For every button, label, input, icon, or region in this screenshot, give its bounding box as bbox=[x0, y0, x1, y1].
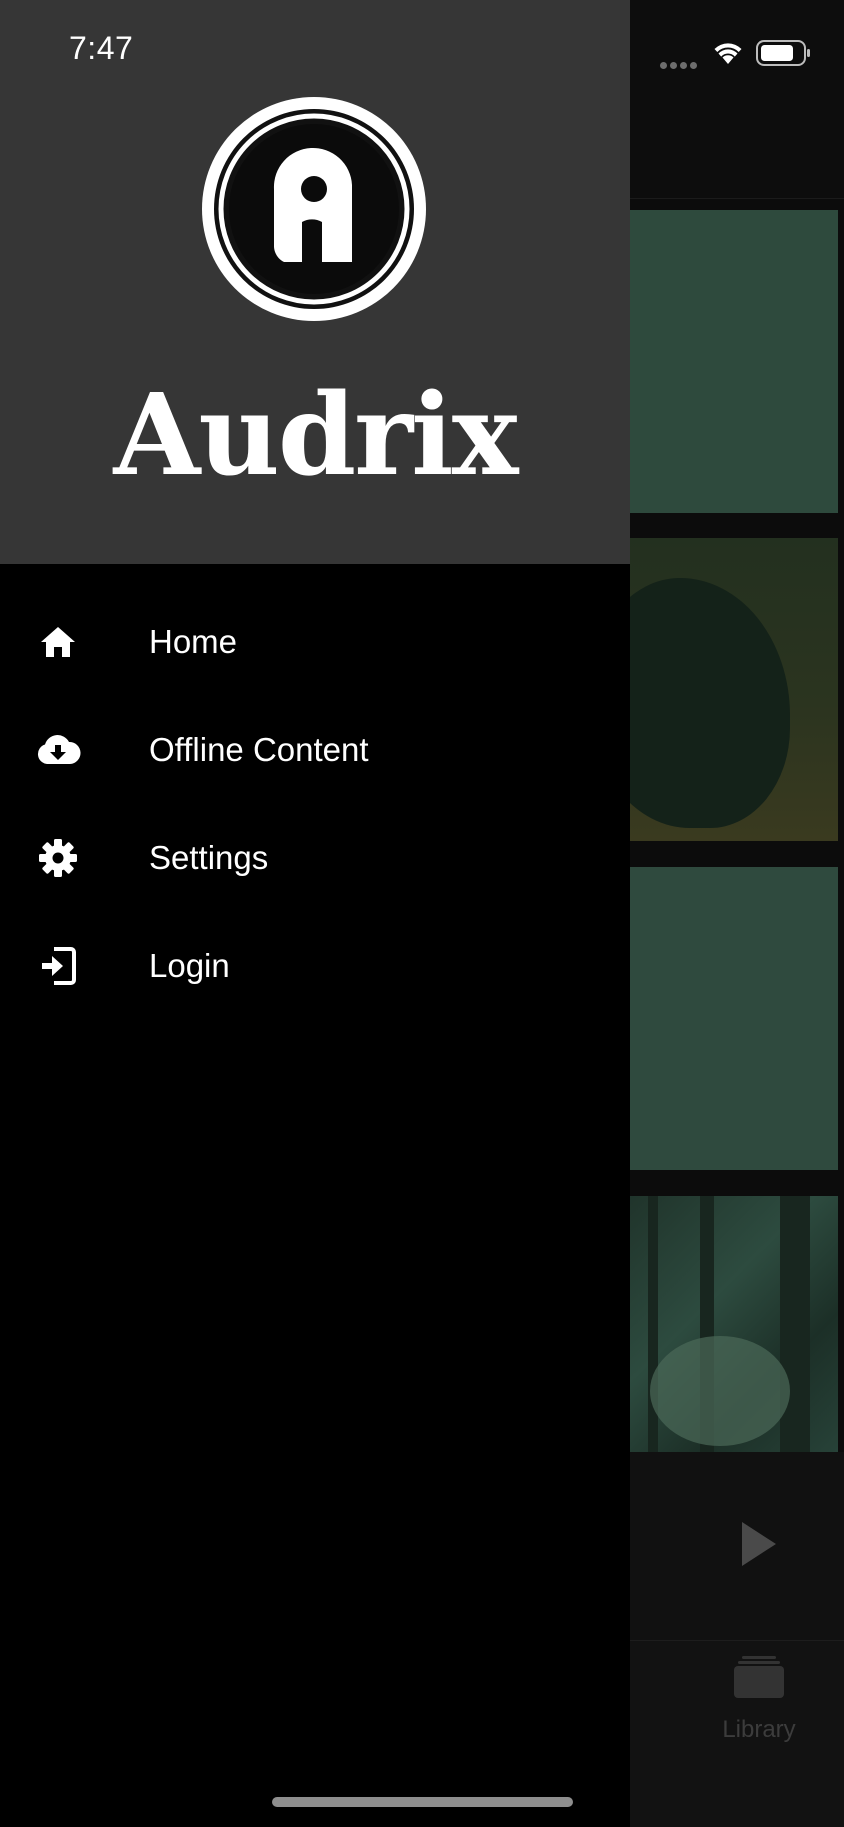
menu-item-label: Login bbox=[149, 947, 230, 984]
menu-item-label: Offline Content bbox=[149, 731, 369, 768]
play-icon[interactable] bbox=[742, 1522, 776, 1566]
app-logo-icon bbox=[202, 97, 426, 321]
card-artwork bbox=[780, 1196, 810, 1452]
brand-name: Audrix bbox=[113, 370, 519, 501]
status-indicators bbox=[660, 36, 820, 69]
gear-icon bbox=[34, 834, 82, 882]
menu-item-home[interactable]: Home bbox=[0, 588, 630, 696]
wifi-icon bbox=[714, 43, 742, 64]
background-header bbox=[630, 0, 844, 199]
library-icon[interactable] bbox=[734, 1656, 784, 1698]
status-time: 7:47 bbox=[69, 30, 134, 66]
menu-item-label: Home bbox=[149, 623, 238, 660]
card-artwork bbox=[650, 1336, 790, 1446]
drawer-menu: Home Offline Content Settings Login bbox=[0, 588, 630, 1020]
home-indicator[interactable] bbox=[272, 1797, 573, 1807]
content-card[interactable] bbox=[630, 538, 838, 841]
content-card[interactable] bbox=[630, 867, 838, 1170]
login-icon bbox=[34, 942, 82, 990]
battery-icon bbox=[756, 40, 810, 66]
tab-library-label[interactable]: Library bbox=[700, 1716, 818, 1744]
menu-item-offline-content[interactable]: Offline Content bbox=[0, 696, 630, 804]
screen: Library 7:47 Audrix Home Offline Content… bbox=[0, 0, 844, 1827]
content-card[interactable] bbox=[630, 210, 838, 513]
drawer-header: 7:47 Audrix bbox=[0, 0, 630, 564]
mini-player[interactable] bbox=[630, 1452, 844, 1640]
home-icon bbox=[34, 618, 82, 666]
menu-item-settings[interactable]: Settings bbox=[0, 804, 630, 912]
menu-item-label: Settings bbox=[149, 839, 269, 876]
content-card[interactable] bbox=[630, 1196, 838, 1452]
cellular-signal-icon bbox=[660, 56, 700, 74]
cloud-download-icon bbox=[34, 726, 82, 774]
menu-item-login[interactable]: Login bbox=[0, 912, 630, 1020]
side-drawer: 7:47 Audrix Home Offline Content Setting… bbox=[0, 0, 630, 1827]
card-artwork bbox=[630, 578, 790, 828]
